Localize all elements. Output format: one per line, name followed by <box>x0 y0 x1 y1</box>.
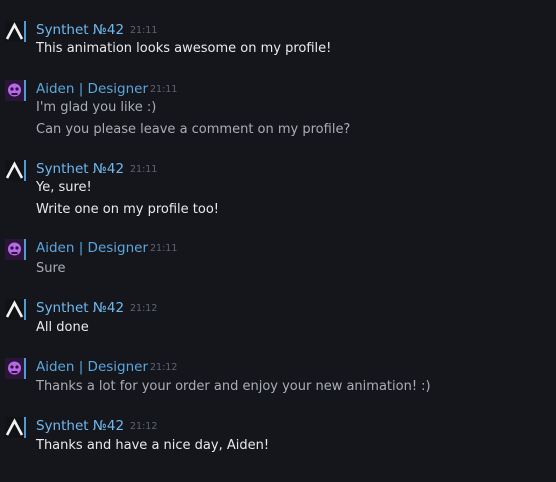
timestamp: 21:12 <box>130 303 158 314</box>
timestamp: 21:12 <box>150 362 178 373</box>
synthet-logo-icon[interactable] <box>5 417 26 438</box>
message-text: Thanks a lot for your order and enjoy yo… <box>36 379 431 394</box>
author-name[interactable]: Aiden | Designer <box>36 240 148 257</box>
timestamp: 21:11 <box>130 25 158 36</box>
timestamp: 21:11 <box>150 243 178 254</box>
synthet-logo-icon[interactable] <box>5 21 26 42</box>
purple-skull-avatar-icon[interactable] <box>5 80 26 101</box>
timestamp: 21:11 <box>130 164 158 175</box>
purple-skull-avatar-icon[interactable] <box>5 358 26 379</box>
author-name[interactable]: Synthet №42 <box>36 300 124 317</box>
message-text: Can you please leave a comment on my pro… <box>36 122 351 137</box>
timestamp: 21:12 <box>130 421 158 432</box>
author-name[interactable]: Synthet №42 <box>36 418 124 435</box>
synthet-logo-icon[interactable] <box>5 160 26 181</box>
message-text: Thanks and have a nice day, Aiden! <box>36 438 270 453</box>
author-name[interactable]: Aiden | Designer <box>36 81 148 98</box>
message-text: Write one on my profile too! <box>36 202 220 217</box>
author-name[interactable]: Aiden | Designer <box>36 359 148 376</box>
purple-skull-avatar-icon[interactable] <box>5 239 26 260</box>
synthet-logo-icon[interactable] <box>5 299 26 320</box>
message-text: I'm glad you like :) <box>36 100 157 115</box>
message-text: This animation looks awesome on my profi… <box>36 41 332 56</box>
message-text: Sure <box>36 261 66 276</box>
author-name[interactable]: Synthet №42 <box>36 161 124 178</box>
message-text: Ye, sure! <box>36 180 92 195</box>
chat-log: Synthet №42 21:11 This animation looks a… <box>0 0 556 482</box>
author-name[interactable]: Synthet №42 <box>36 22 124 39</box>
timestamp: 21:11 <box>150 84 178 95</box>
message-text: All done <box>36 320 89 335</box>
